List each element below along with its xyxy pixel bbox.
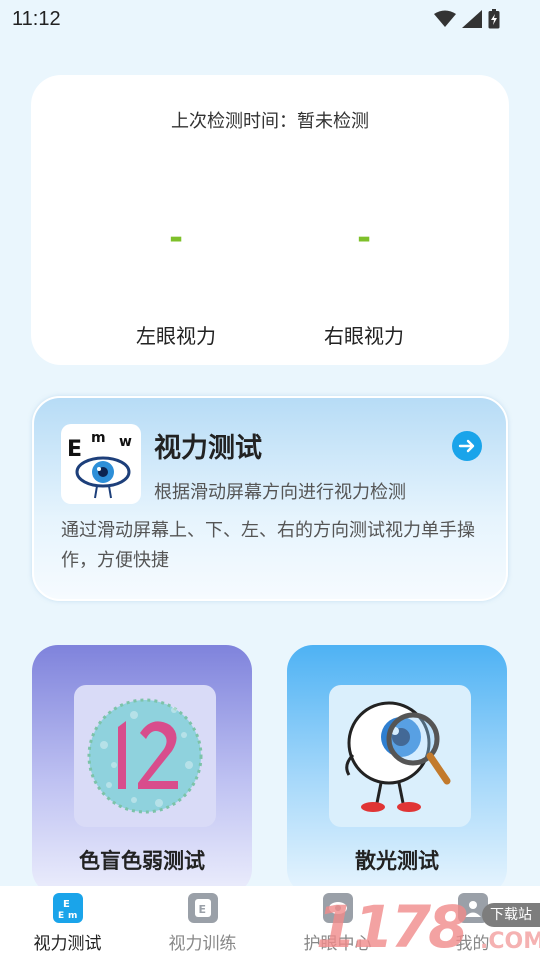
watermark-domain: .COM [480, 929, 540, 954]
right-eye-result: - 右眼视力 [299, 220, 429, 349]
svg-text:E: E [63, 899, 70, 910]
vision-test-title: 视力测试 [154, 433, 262, 464]
e-chart-icon: E [187, 893, 218, 923]
color-blind-test-title: 色盲色弱测试 [79, 849, 205, 873]
last-test-time: 上次检测时间：暂未检测 [171, 111, 369, 132]
svg-text:E: E [67, 437, 82, 462]
svg-text:m: m [68, 911, 77, 920]
status-icons [434, 9, 500, 29]
vision-test-description: 通过滑动屏幕上、下、左、右的方向测试视力单手操作，方便快捷 [61, 520, 475, 571]
signal-icon [462, 10, 482, 28]
vision-test-subtitle: 根据滑动屏幕方向进行视力检测 [154, 482, 406, 503]
tab-label: 视力测试 [33, 934, 102, 954]
eye-chart-icon: E m w [61, 424, 141, 504]
eyeball-magnifier-icon [329, 685, 471, 827]
left-eye-result: - 左眼视力 [111, 220, 241, 349]
astigmatism-test-title: 散光测试 [355, 849, 439, 873]
tab-vision-test[interactable]: E E m 视力测试 [0, 886, 135, 960]
arrow-right-icon[interactable] [452, 431, 482, 461]
color-blind-test-card[interactable]: 色盲色弱测试 [32, 645, 252, 895]
battery-icon [488, 9, 500, 29]
svg-text:E: E [58, 911, 64, 920]
right-eye-value: - [356, 218, 372, 258]
tab-vision-training[interactable]: E 视力训练 [135, 886, 270, 960]
astigmatism-test-card[interactable]: 散光测试 [287, 645, 507, 895]
left-eye-value: - [168, 218, 184, 258]
vision-result-card: 上次检测时间：暂未检测 - 左眼视力 - 右眼视力 [31, 75, 509, 365]
watermark-number: 1178 [316, 893, 468, 960]
watermark-badge: 下载站 [482, 903, 540, 927]
tab-label: 视力训练 [168, 934, 237, 954]
watermark-logo: 1178 下载站 .COM [316, 893, 540, 960]
svg-text:w: w [119, 434, 132, 450]
vision-test-card[interactable]: E m w 视力测试 根据滑动屏幕方向进行视力检测 通过滑动屏幕上、下、左、右的… [32, 396, 508, 601]
svg-text:E: E [198, 903, 206, 916]
color-blind-plate-icon [74, 685, 216, 827]
status-bar: 11:12 [0, 0, 540, 38]
right-eye-label: 右眼视力 [324, 324, 404, 348]
wifi-icon [434, 10, 456, 27]
status-time: 11:12 [12, 7, 61, 30]
svg-text:m: m [91, 430, 106, 446]
left-eye-label: 左眼视力 [136, 324, 216, 348]
em-chart-icon: E E m [52, 893, 83, 923]
